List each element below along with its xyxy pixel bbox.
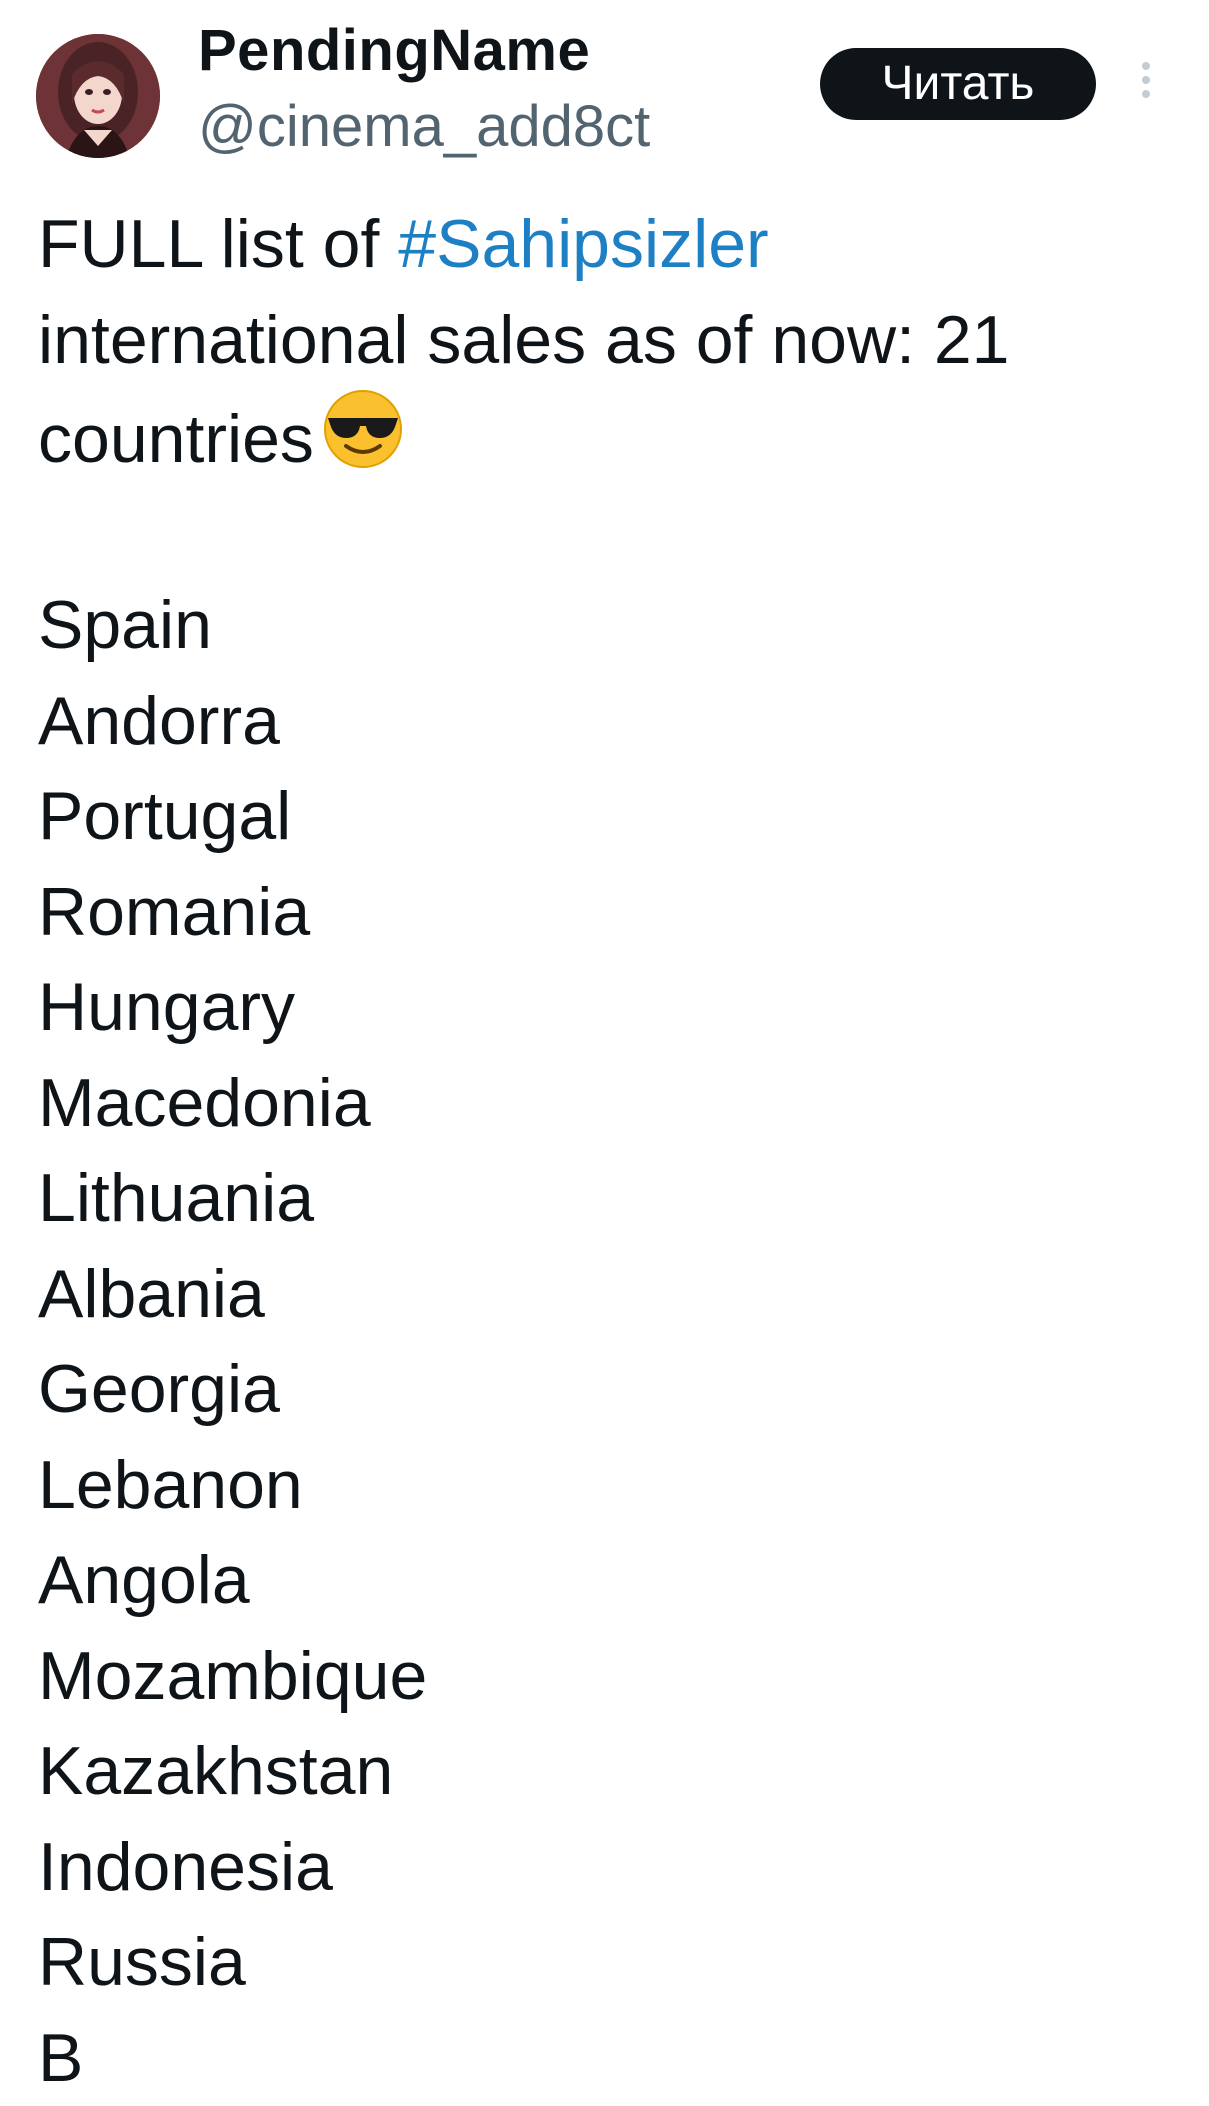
- tweet-line-2: international sales as of now: 21: [38, 292, 1158, 388]
- tweet-text: FULL list of #Sahipsizler international …: [38, 196, 1158, 487]
- tweet-text-countries: countries: [38, 401, 314, 477]
- country-item: Albania: [38, 1247, 427, 1343]
- country-item: Kazakhstan: [38, 1724, 427, 1820]
- country-item: Russia: [38, 1915, 427, 2011]
- sunglasses-emoji-icon: [322, 388, 404, 470]
- more-vertical-icon[interactable]: [1136, 62, 1156, 106]
- country-item: Macedonia: [38, 1056, 427, 1152]
- country-item: Hungary: [38, 960, 427, 1056]
- tweet-text-prefix: FULL list of: [38, 206, 398, 282]
- country-item: Indonesia: [38, 1820, 427, 1916]
- country-item: Romania: [38, 865, 427, 961]
- tweet-line-3: countries: [38, 388, 1158, 487]
- country-list: Spain Andorra Portugal Romania Hungary M…: [38, 578, 427, 2106]
- country-item: Angola: [38, 1533, 427, 1629]
- country-item: Lebanon: [38, 1438, 427, 1534]
- tweet-line-1: FULL list of #Sahipsizler: [38, 196, 1158, 292]
- tweet-header: PendingName @cinema_add8ct Читать: [0, 0, 1209, 170]
- hashtag-link[interactable]: #Sahipsizler: [398, 206, 768, 282]
- country-item: Georgia: [38, 1342, 427, 1438]
- country-item: Mozambique: [38, 1629, 427, 1725]
- country-item: Spain: [38, 578, 427, 674]
- country-item: Andorra: [38, 674, 427, 770]
- country-item: Portugal: [38, 769, 427, 865]
- avatar-image: [36, 34, 160, 158]
- author-handle[interactable]: @cinema_add8ct: [198, 92, 650, 162]
- avatar[interactable]: [36, 34, 160, 158]
- follow-button[interactable]: Читать: [820, 48, 1096, 120]
- country-item: B: [38, 2011, 427, 2106]
- author-display-name[interactable]: PendingName: [198, 16, 590, 86]
- country-item: Lithuania: [38, 1151, 427, 1247]
